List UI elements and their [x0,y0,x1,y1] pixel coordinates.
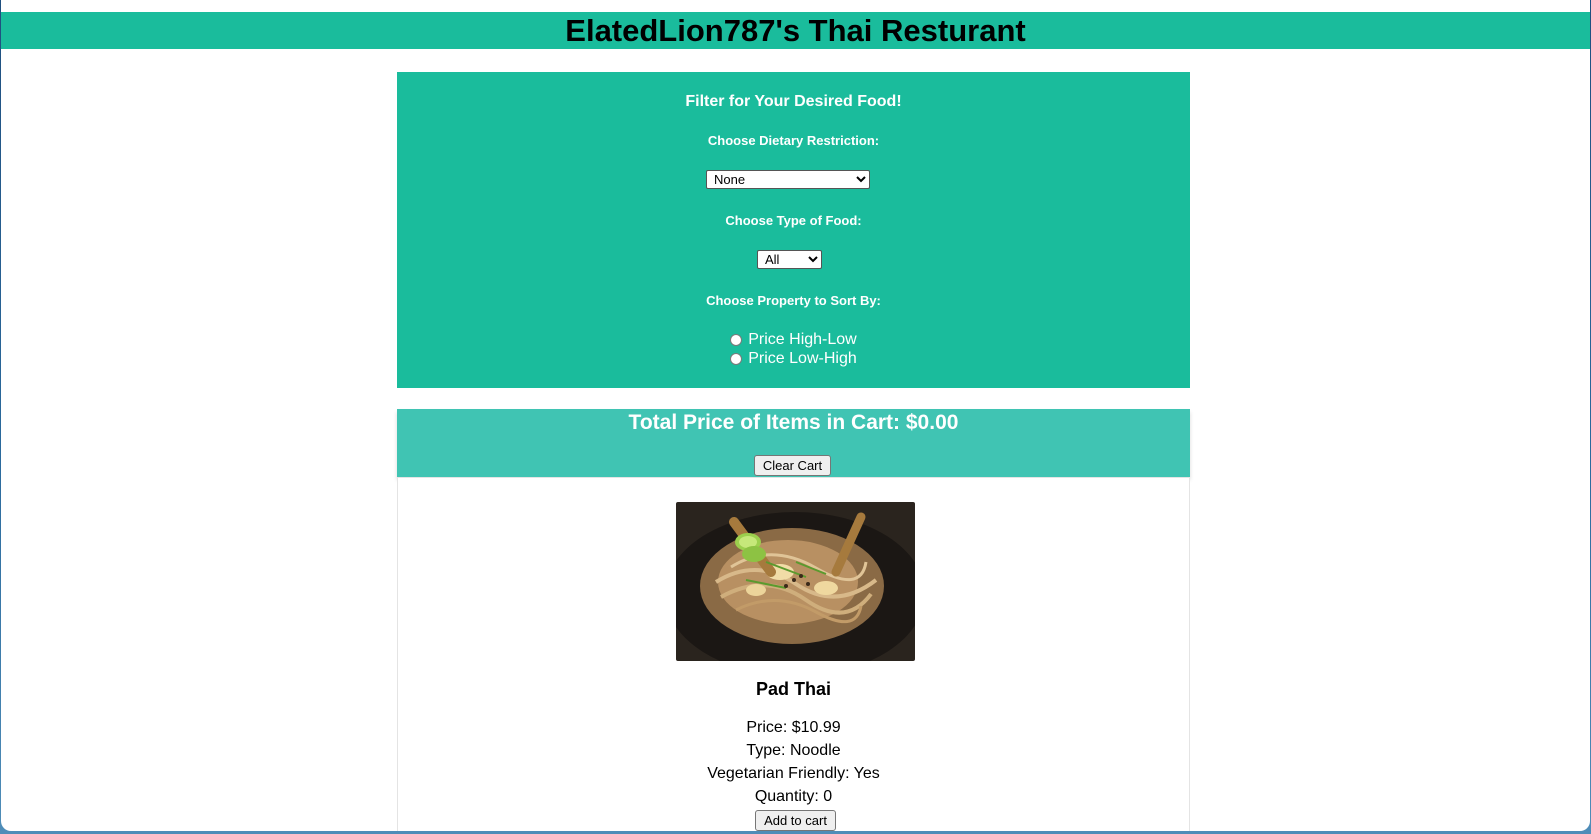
item-vegetarian: Vegetarian Friendly: Yes [707,765,880,782]
radio-button[interactable] [730,352,743,365]
filter-heading: Filter for Your Desired Food! [685,93,902,110]
dietary-restriction-select[interactable]: None [706,170,870,189]
filter-panel: Filter for Your Desired Food! Choose Die… [397,72,1190,388]
item-name: Pad Thai [755,679,831,699]
cart-total: Total Price of Items in Cart: $0.00 [628,411,959,434]
food-type-label: Choose Type of Food: [725,213,862,228]
menu-item-card: Pad Thai Price: $10.99 Type: Noodle Vege… [397,477,1190,831]
food-type-select[interactable]: All [757,250,822,269]
sort-option-low-high[interactable]: Price Low-High [397,349,1190,368]
add-to-cart-button[interactable]: Add to cart [755,810,836,831]
item-quantity: Quantity: 0 [754,788,833,805]
dietary-restriction-label: Choose Dietary Restriction: [707,133,880,148]
item-price: Price: $10.99 [746,719,841,736]
browser-page: ElatedLion787's Thai Resturant Filter fo… [1,0,1590,831]
sort-option-label: Price High-Low [748,330,857,348]
sort-option-label: Price Low-High [748,349,857,367]
page-title: ElatedLion787's Thai Resturant [565,13,1026,48]
sort-option-high-low[interactable]: Price High-Low [397,330,1190,349]
site-header: ElatedLion787's Thai Resturant [1,12,1590,49]
cart-panel: Total Price of Items in Cart: $0.00 Clea… [397,409,1190,477]
pad-thai-photo-icon [676,502,915,661]
radio-button[interactable] [730,333,743,346]
item-type: Type: Noodle [746,742,841,759]
clear-cart-button[interactable]: Clear Cart [754,455,831,476]
sort-property-label: Choose Property to Sort By: [706,293,881,308]
